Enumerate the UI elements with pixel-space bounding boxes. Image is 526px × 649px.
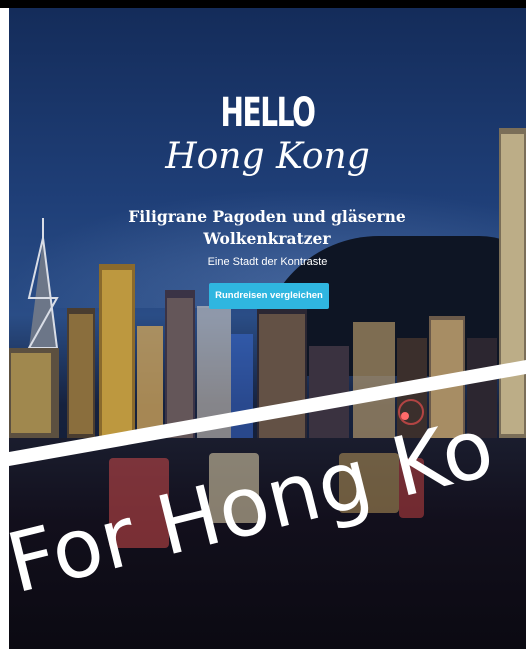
compare-tours-button[interactable]: Rundreisen vergleichen [209, 283, 329, 309]
hero-subtitle: Filigrane Pagoden und gläserne Wolkenkra… [128, 207, 406, 248]
left-margin [0, 8, 9, 649]
hero-title-hong-kong: Hong Kong [165, 136, 370, 177]
top-border [0, 0, 526, 8]
hero-background-image: HELLO Hong Kong Filigrane Pagoden und gl… [9, 8, 526, 649]
hero-tagline: Eine Stadt der Kontraste [207, 256, 328, 268]
screenshot-frame: HELLO Hong Kong Filigrane Pagoden und gl… [0, 0, 526, 649]
hero-title-hello: HELLO [220, 90, 315, 136]
